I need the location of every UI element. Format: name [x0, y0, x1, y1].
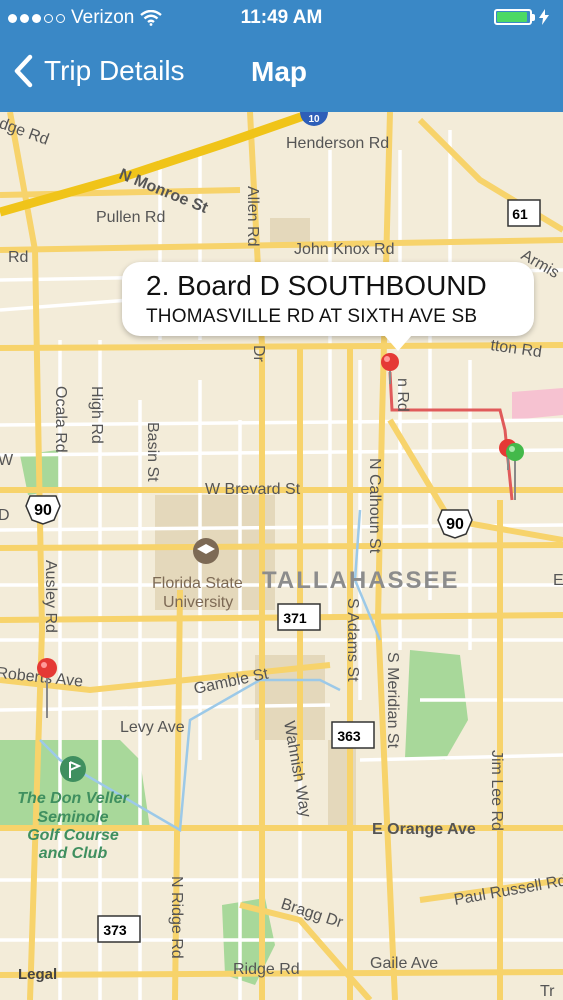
street-label: Ridge Rd	[233, 961, 300, 978]
callout-title: 2. Board D SOUTHBOUND	[146, 270, 487, 301]
street-label: Ocala Rd	[52, 386, 69, 453]
callout-subtitle: THOMASVILLE RD AT SIXTH AVE SB	[146, 306, 478, 327]
charging-bolt-icon	[539, 9, 549, 25]
poi-label-golf: Golf Course	[27, 827, 119, 844]
battery-icon	[494, 9, 532, 25]
street-label: Basin St	[144, 422, 161, 482]
fl371-shield: 371	[277, 603, 321, 631]
street-label: Allen Rd	[244, 186, 261, 246]
street-label: Tr	[540, 983, 555, 1000]
svg-text:373: 373	[103, 922, 127, 938]
street-label: S Meridian St	[384, 652, 401, 749]
street-label: Pullen Rd	[96, 209, 165, 226]
street-label: W	[0, 452, 14, 469]
callout-pointer	[384, 335, 412, 351]
chevron-left-icon	[14, 54, 33, 88]
street-label: Rd	[8, 249, 28, 266]
street-label: Levy Ave	[120, 719, 185, 736]
us90-shield-left: 90	[25, 495, 61, 525]
us90-shield-right: 90	[437, 509, 473, 539]
svg-text:90: 90	[446, 516, 464, 533]
poi-label-fsu: University	[163, 594, 233, 611]
street-label: Henderson Rd	[286, 135, 389, 152]
map-canvas[interactable]: Henderson Rd N Monroe St Pullen Rd Allen…	[0, 112, 563, 1000]
poi-label-fsu: Florida State	[152, 575, 243, 592]
map-view[interactable]: Henderson Rd N Monroe St Pullen Rd Allen…	[0, 112, 563, 1000]
battery-group	[494, 9, 549, 25]
street-label: John Knox Rd	[294, 241, 395, 258]
back-button-label: Trip Details	[44, 55, 185, 86]
street-label: D	[0, 507, 10, 524]
stop-callout[interactable]: 2. Board D SOUTHBOUND THOMASVILLE RD AT …	[122, 262, 534, 351]
street-label: Jim Lee Rd	[488, 750, 505, 831]
navigation-bar: Trip Details Map	[0, 36, 563, 112]
poi-label-golf: Seminole	[37, 809, 108, 826]
status-time: 11:49 AM	[240, 7, 323, 28]
back-button[interactable]: Trip Details	[12, 54, 185, 88]
street-label: High Rd	[88, 386, 105, 444]
svg-text:10: 10	[308, 114, 320, 125]
street-label: W Brevard St	[205, 481, 301, 498]
street-label: n Rd	[394, 378, 411, 412]
street-label: E Orange Ave	[372, 821, 476, 838]
page-title: Map	[251, 56, 307, 87]
legal-link[interactable]: Legal	[18, 966, 57, 983]
poi-label-golf: The Don Veller	[17, 790, 129, 807]
street-label: N Calhoun St	[366, 458, 383, 554]
fl363-shield: 363	[331, 721, 375, 749]
svg-text:61: 61	[512, 206, 528, 222]
pink-area	[512, 388, 563, 420]
fl373-shield: 373	[97, 915, 141, 943]
street-label: Gaile Ave	[370, 955, 438, 972]
street-label: N Ridge Rd	[168, 876, 185, 959]
street-label: Ausley Rd	[42, 560, 59, 633]
status-bar: Verizon 11:49 AM	[0, 0, 563, 36]
fl61-shield: 61	[507, 199, 541, 227]
city-label: TALLAHASSEE	[262, 567, 460, 594]
street-label: Dr	[250, 345, 267, 363]
svg-text:371: 371	[283, 610, 307, 626]
poi-label-golf: and Club	[39, 845, 108, 862]
street-label: E	[553, 572, 563, 589]
svg-text:363: 363	[337, 728, 361, 744]
svg-text:90: 90	[34, 502, 52, 519]
street-label: S Adams St	[344, 598, 361, 682]
